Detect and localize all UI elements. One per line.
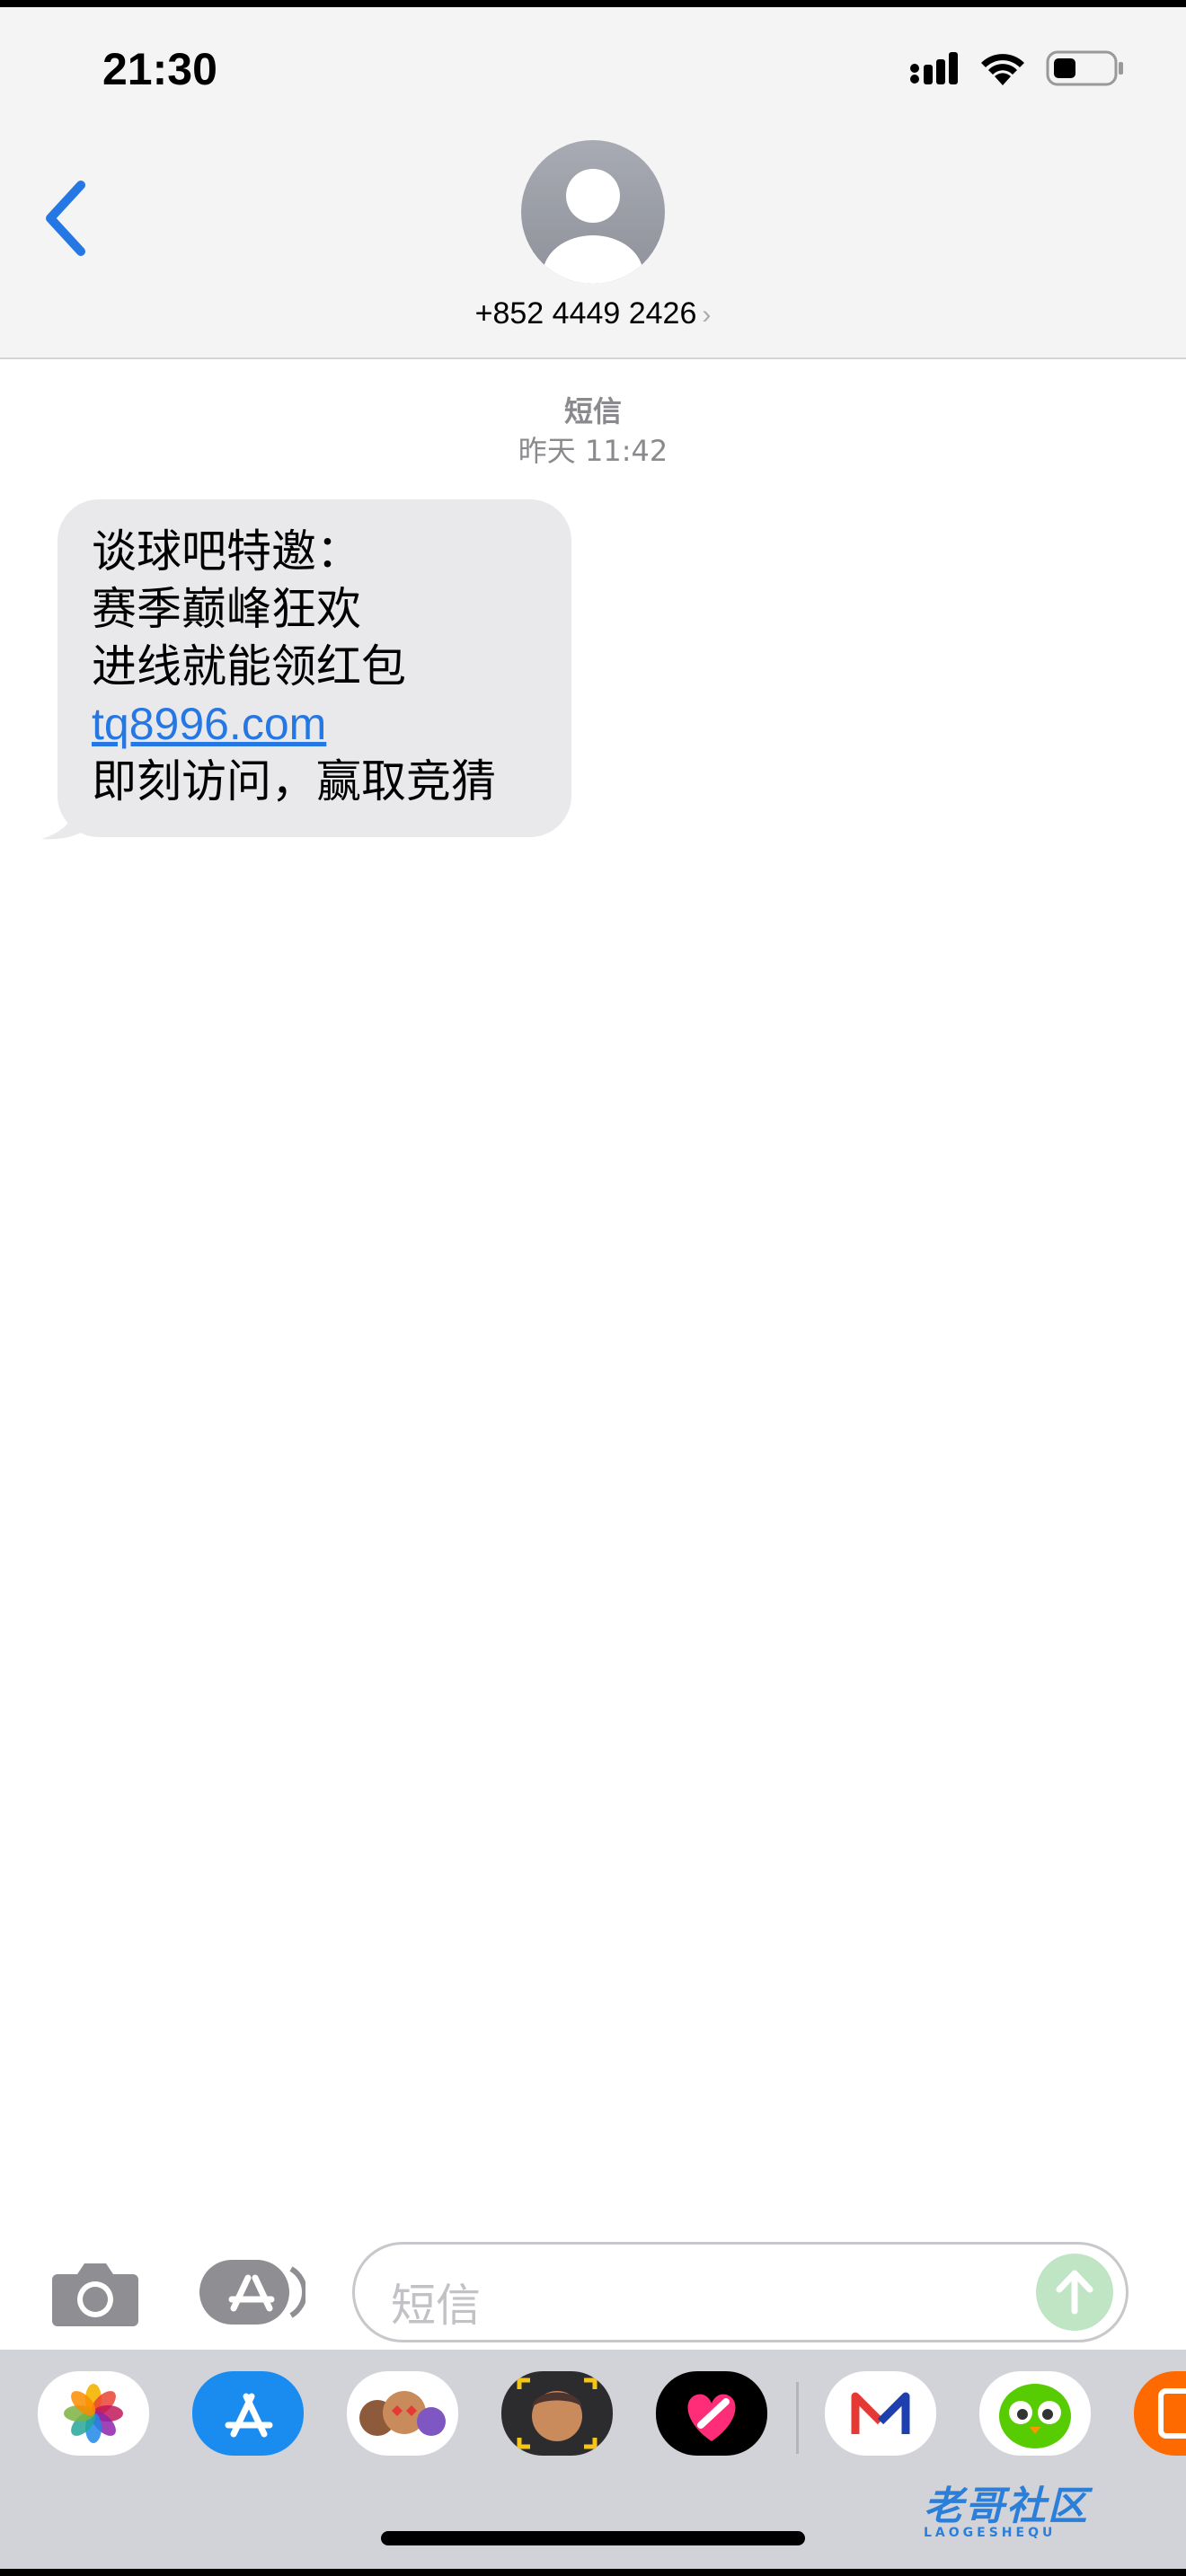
status-icons <box>909 50 1125 86</box>
digital-touch-icon[interactable] <box>656 2371 767 2456</box>
message-line: 进线就能领红包 <box>92 640 406 693</box>
message-input[interactable]: 短信 <box>352 2242 1128 2342</box>
back-chevron-icon[interactable] <box>40 178 93 259</box>
drawer-separator <box>796 2382 799 2454</box>
app-store-button-icon[interactable] <box>198 2256 305 2328</box>
message-line: 即刻访问，赢取竞猜 <box>92 755 496 807</box>
contact-number: +852 4449 2426 <box>474 296 697 331</box>
memoji-icon[interactable] <box>501 2371 613 2456</box>
message-link[interactable]: tq8996.com <box>92 695 537 753</box>
battery-icon <box>1046 50 1123 86</box>
duolingo-icon[interactable] <box>979 2371 1091 2456</box>
home-indicator[interactable] <box>381 2531 805 2545</box>
cellular-signal-icon <box>910 52 958 84</box>
status-time: 21:30 <box>102 44 217 94</box>
photos-icon[interactable] <box>38 2371 149 2456</box>
app-store-icon[interactable] <box>192 2371 304 2456</box>
watermark-text: 老哥社区 <box>924 2483 1089 2529</box>
contact-avatar[interactable] <box>521 140 665 284</box>
service-label: 短信 <box>563 394 622 428</box>
message-timestamp: 昨天 11:42 <box>518 434 668 468</box>
conversation-header: 21:30 +852 4449 2426 › <box>0 7 1186 359</box>
messages-screen: 21:30 +852 4449 2426 › 短信 昨天 11:42 谈球吧特邀… <box>0 7 1186 2569</box>
wifi-icon <box>981 54 1024 85</box>
contact-name[interactable]: +852 4449 2426 › <box>0 296 1186 331</box>
camera-icon[interactable] <box>50 2260 140 2328</box>
incoming-message-bubble[interactable]: 谈球吧特邀： 赛季巅峰狂欢 进线就能领红包 tq8996.com 即刻访问，赢取… <box>58 499 571 837</box>
message-input-placeholder: 短信 <box>391 2280 481 2332</box>
clipboard-app-icon[interactable] <box>1134 2371 1186 2456</box>
composer-bar: 短信 <box>0 2224 1186 2350</box>
mail-app-icon[interactable] <box>825 2371 936 2456</box>
chevron-right-icon: › <box>702 300 712 330</box>
memoji-stickers-icon[interactable] <box>347 2371 458 2456</box>
watermark-logo: 老哥社区 LAOGESHEQU <box>924 2474 1089 2540</box>
arrow-up-icon <box>1056 2270 1093 2315</box>
message-line: 赛季巅峰狂欢 <box>92 583 361 635</box>
message-meta: 短信 昨天 11:42 <box>0 392 1186 471</box>
message-line: 谈球吧特邀： <box>92 525 361 578</box>
person-silhouette-icon <box>543 169 643 284</box>
send-button[interactable] <box>1036 2254 1113 2331</box>
